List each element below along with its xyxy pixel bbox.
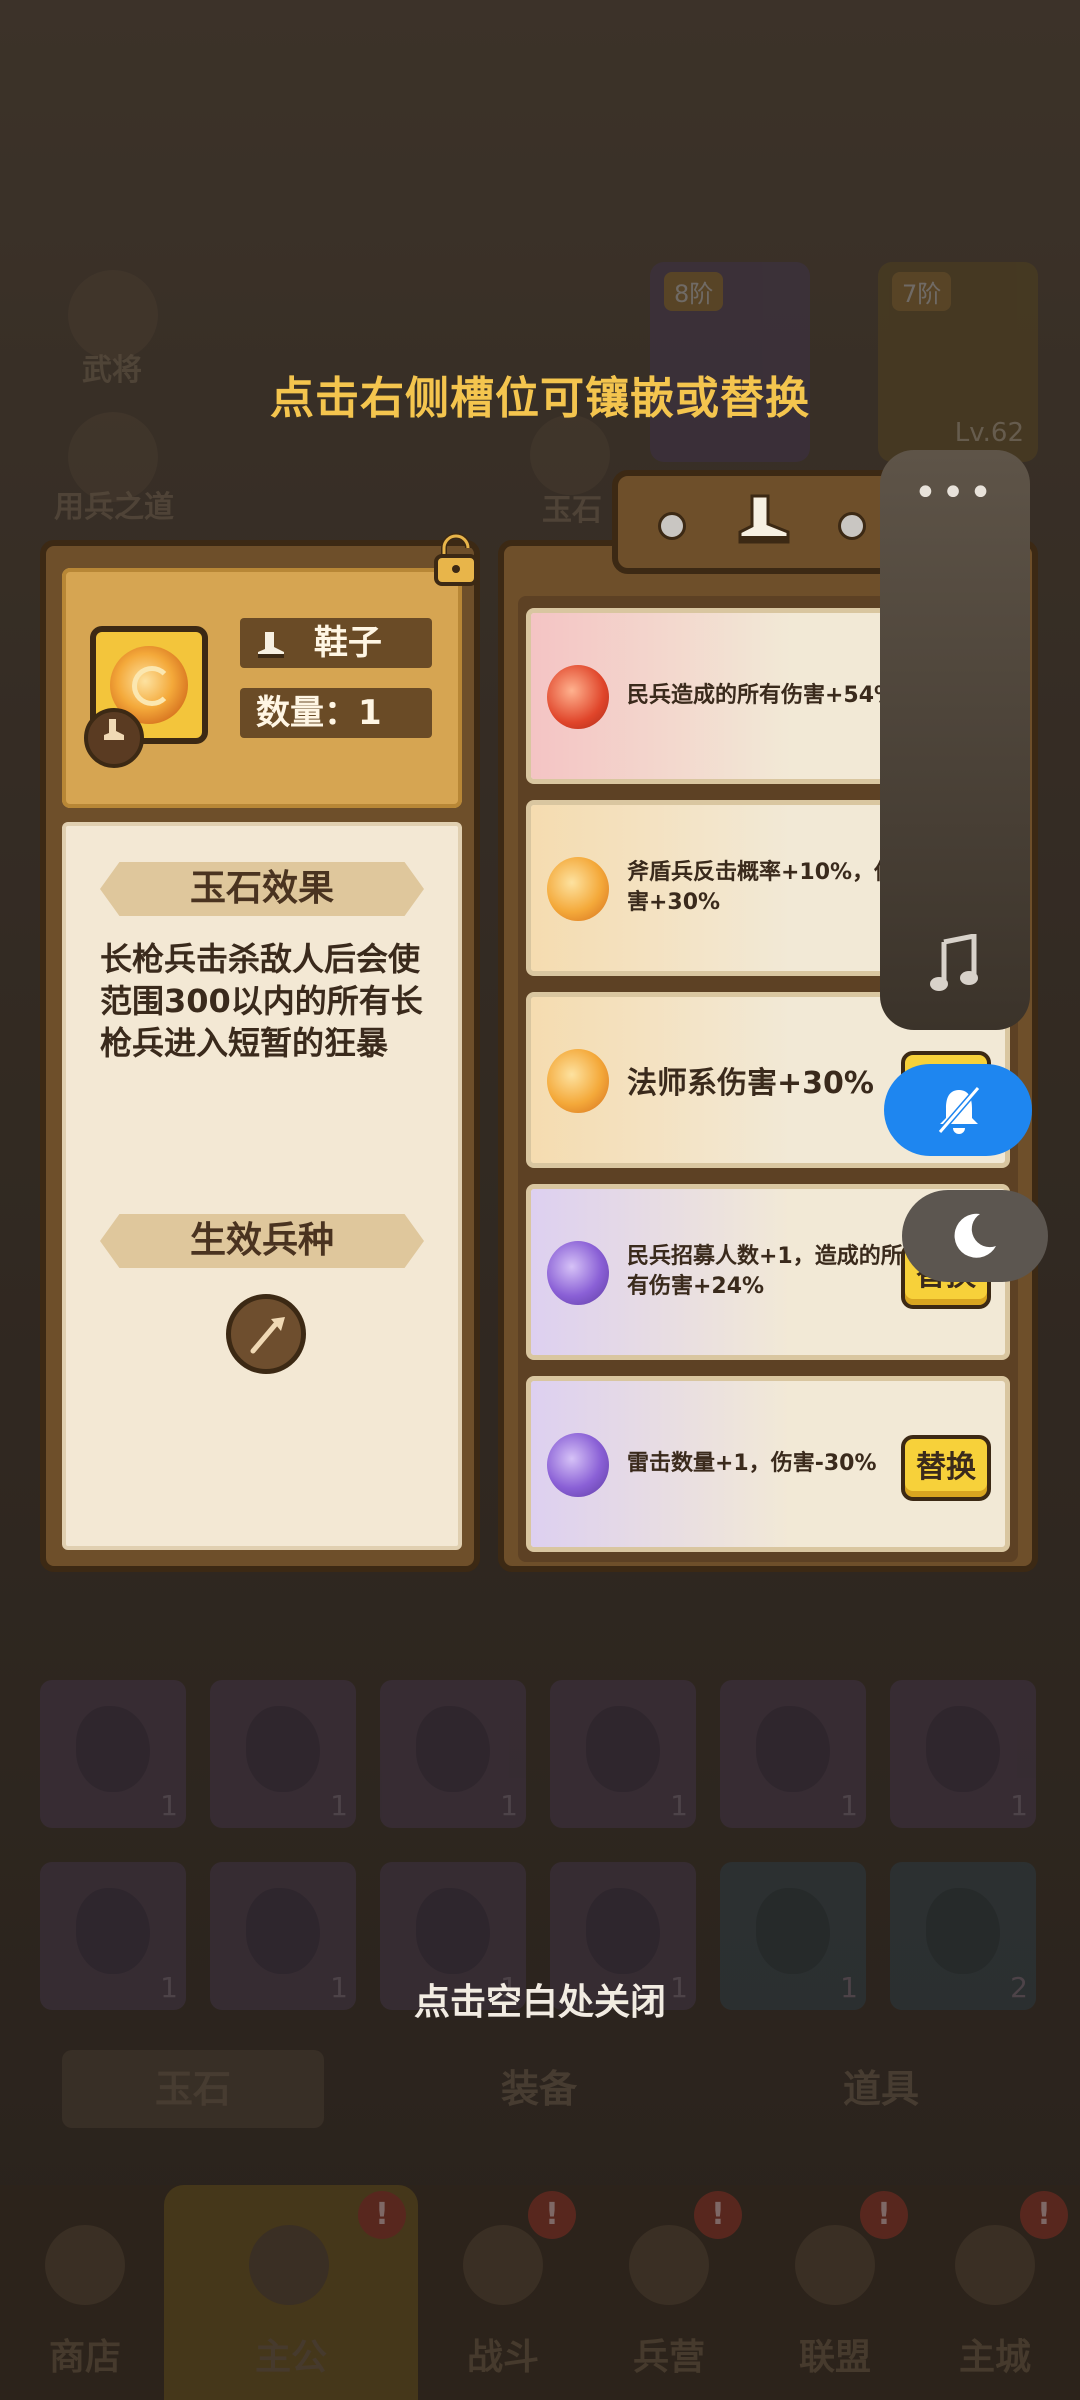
boot-icon: [738, 494, 790, 544]
slot-card-5[interactable]: 雷击数量+1，伤害-30% 替换: [526, 1376, 1010, 1552]
item-quantity: 数量：1: [240, 688, 432, 738]
jade-item-icon: [84, 626, 208, 768]
jade-detail-panel: 鞋子 数量：1 玉石效果 长枪兵击杀敌人后会使范围300以内的所有长枪兵进入短暂…: [40, 533, 480, 1572]
spear-icon: [226, 1294, 306, 1374]
music-note-icon[interactable]: [930, 934, 980, 994]
slot-effect-text: 法师系伤害+30%: [627, 1066, 874, 1101]
bell-off-icon: [937, 1086, 981, 1134]
item-name-plate: 鞋子: [240, 618, 432, 668]
mute-notification-button[interactable]: [884, 1064, 1032, 1156]
rivet: [658, 512, 686, 540]
troop-title: 生效兵种: [100, 1214, 424, 1268]
boot-badge-icon: [84, 708, 144, 768]
replace-button[interactable]: 替换: [901, 1435, 991, 1501]
lock-icon[interactable]: [428, 532, 484, 588]
slot-effect-text: 民兵招募人数+1，造成的所有伤害+24%: [627, 1244, 903, 1299]
boot-icon: [258, 631, 284, 658]
orange-jade-icon: [547, 857, 609, 921]
effect-title: 玉石效果: [100, 862, 424, 916]
floating-toolbar[interactable]: •••: [880, 450, 1030, 1030]
red-jade-icon: [547, 665, 609, 729]
item-name: 鞋子: [313, 623, 382, 663]
night-mode-button[interactable]: [902, 1190, 1048, 1282]
item-header: 鞋子 数量：1: [62, 568, 462, 808]
slot-effect-text: 雷击数量+1，伤害-30%: [627, 1451, 877, 1476]
slot-effect-text: 民兵造成的所有伤害+54%: [627, 683, 897, 708]
effect-body: 玉石效果 长枪兵击杀敌人后会使范围300以内的所有长枪兵进入短暂的狂暴 生效兵种: [62, 822, 462, 1550]
rivet: [838, 512, 866, 540]
slot-hint: 点击右侧槽位可镶嵌或替换: [270, 373, 810, 424]
moon-icon: [954, 1213, 996, 1258]
slot-effect-text: 斧盾兵反击概率+10%，伤害+30%: [627, 860, 897, 915]
effect-description: 长枪兵击杀敌人后会使范围300以内的所有长枪兵进入短暂的狂暴: [100, 940, 423, 1062]
equipment-slot-tab: [612, 470, 912, 574]
orange-jade-icon: [547, 1049, 609, 1113]
purple-jade-icon: [547, 1241, 609, 1305]
close-hint: 点击空白处关闭: [413, 1982, 666, 2023]
purple-jade-icon: [547, 1433, 609, 1497]
more-icon[interactable]: •••: [880, 470, 1030, 516]
